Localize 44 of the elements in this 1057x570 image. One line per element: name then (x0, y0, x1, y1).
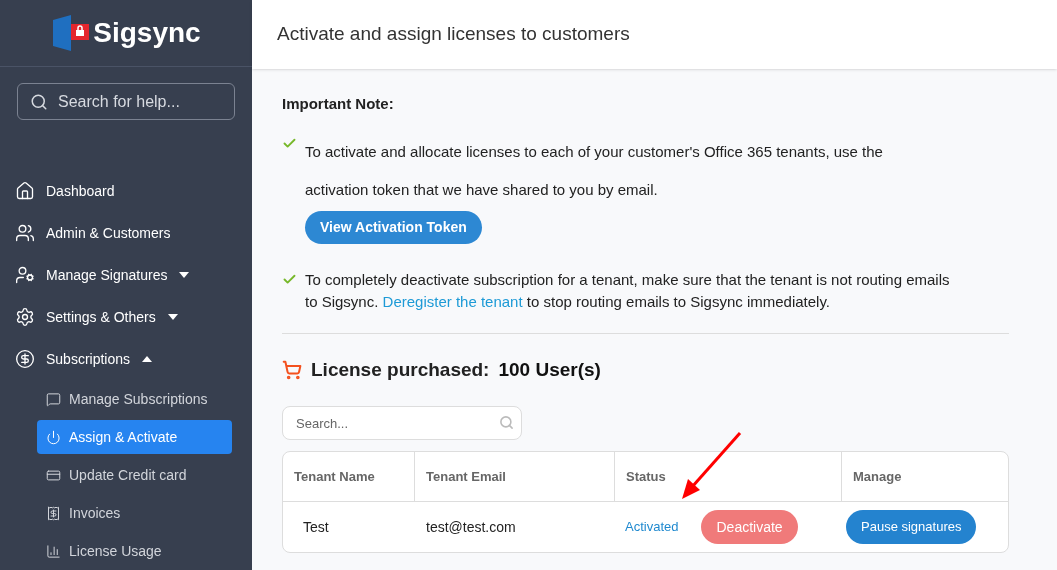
caret-down-icon (179, 272, 190, 278)
nav-subitem[interactable]: Invoices (37, 496, 232, 530)
nav-icon (15, 223, 35, 243)
note-heading: Important Note: (282, 94, 395, 114)
nav-subitem[interactable]: License Usage (37, 534, 232, 568)
table-cell-text: test@test.com (425, 517, 517, 537)
nav-subitem[interactable]: Manage Subscriptions (37, 382, 232, 416)
search-icon (499, 415, 514, 430)
table-cell-text: Test (302, 517, 330, 537)
logo-text: Sigsync (93, 16, 201, 51)
nav-subitem[interactable]: Assign & Activate (37, 420, 232, 454)
nav-icon (15, 181, 35, 201)
nav-item[interactable]: Dashboard (0, 170, 252, 212)
nav-item[interactable]: Manage Signatures (0, 254, 252, 296)
license-label: License purchased: (311, 357, 490, 382)
nav-item[interactable]: Subscriptions (0, 338, 252, 380)
note-text: To completely deactivate subscription for a tenant, make sure that the tenant is not routing emails to Sigsync. Deregister the tenant to stop routing emails to Sigsync immediately. (305, 269, 951, 312)
column-header: Tenant Name (283, 452, 415, 501)
page-title: Activate and assign licenses to customers (277, 22, 630, 47)
note-text: To activate and allocate licenses to each of your customer's Office 365 tenants, use the activation token that we have shared to you by email. (305, 141, 884, 200)
nav-icon (15, 349, 35, 369)
nav-subitem[interactable]: Update Credit card (37, 458, 232, 492)
nav-item[interactable]: Admin & Customers (0, 212, 252, 254)
search-icon (30, 93, 48, 112)
search-field[interactable]: Search for help... (17, 83, 235, 120)
nav-icon (46, 429, 61, 445)
nav-icon (46, 505, 61, 521)
nav-icon (46, 467, 61, 483)
column-header: Tenant Email (415, 452, 615, 501)
logo-icon (51, 14, 90, 53)
nav-icon (15, 265, 35, 285)
pause-signatures-button[interactable]: Pause signatures (846, 510, 977, 544)
caret-up-icon (142, 356, 153, 362)
table-search-field[interactable]: Search... (282, 406, 522, 440)
caret-down-icon (167, 314, 178, 320)
license-value: 100 User(s) (498, 357, 601, 382)
column-header: Manage (852, 467, 903, 486)
nav-icon (46, 543, 61, 559)
nav-icon (46, 391, 61, 407)
nav-icon (15, 307, 35, 327)
status-text: Activated (625, 518, 679, 537)
nav-item[interactable]: Settings & Others (0, 296, 252, 338)
view-token-button[interactable]: View Activation Token (305, 210, 482, 244)
cart-icon (282, 359, 302, 380)
